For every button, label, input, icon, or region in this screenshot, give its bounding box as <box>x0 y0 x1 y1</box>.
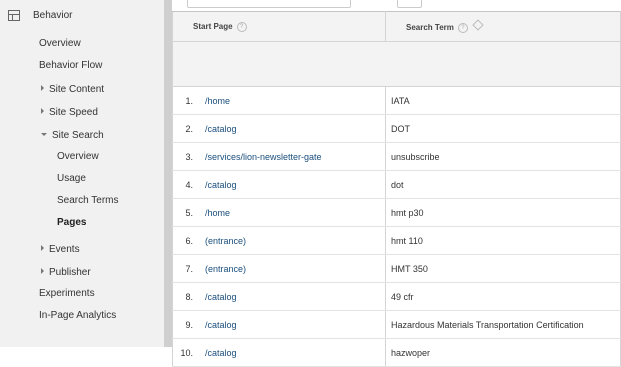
start-page-link[interactable]: /home <box>205 96 230 106</box>
start-page-link[interactable]: /catalog <box>205 320 237 330</box>
row-index: 8. <box>185 291 193 302</box>
sidebar-subitem-overview[interactable]: Overview <box>57 151 99 163</box>
sidebar: Behavior Overview Behavior Flow Site Con… <box>0 0 164 347</box>
row-index: 10. <box>180 347 193 358</box>
help-icon[interactable]: ? <box>457 22 468 33</box>
sidebar-item-events[interactable]: Events <box>41 244 80 256</box>
row-index: 3. <box>185 151 193 162</box>
search-term-cell: unsubscribe <box>385 142 621 171</box>
chevron-right-icon <box>41 245 44 251</box>
toolbar-control[interactable] <box>397 0 422 8</box>
toolbar-control[interactable] <box>187 0 351 8</box>
start-page-cell: 4. /catalog <box>172 170 386 199</box>
table-row: 10. /catalog hazwoper <box>172 338 621 367</box>
column-header-label: Search Term <box>406 22 454 32</box>
section-title: Behavior <box>33 10 73 21</box>
sidebar-item-overview[interactable]: Overview <box>39 38 81 50</box>
column-header-start-page[interactable]: Start Page? <box>172 11 386 42</box>
chevron-right-icon <box>41 268 44 274</box>
report-table: Start Page? Search Term? 1. /home IATA 2. /c… <box>172 11 621 367</box>
sidebar-item-site-search[interactable]: Site Search <box>41 130 104 142</box>
search-term-cell: DOT <box>385 114 621 143</box>
table-row: 6. (entrance) hmt 110 <box>172 226 621 255</box>
row-index: 5. <box>185 207 193 218</box>
search-term-cell: hmt p30 <box>385 198 621 227</box>
start-page-link[interactable]: /home <box>205 208 230 218</box>
sidebar-item-label: Site Speed <box>49 107 98 118</box>
sidebar-item-label: Events <box>49 244 80 255</box>
start-page-cell: 5. /home <box>172 198 386 227</box>
start-page-link[interactable]: /catalog <box>205 180 237 190</box>
row-index: 7. <box>185 263 193 274</box>
start-page-cell: 9. /catalog <box>172 310 386 339</box>
sidebar-item-behavior-flow[interactable]: Behavior Flow <box>39 60 102 72</box>
table-row: 5. /home hmt p30 <box>172 198 621 227</box>
table-row: 3. /services/lion-newsletter-gate unsubscr… <box>172 142 621 171</box>
sidebar-item-label: Publisher <box>49 267 91 278</box>
start-page-link[interactable]: (entrance) <box>205 236 246 246</box>
chevron-right-icon <box>41 108 44 114</box>
help-icon[interactable]: ? <box>236 21 247 32</box>
row-index: 9. <box>185 319 193 330</box>
start-page-cell: 8. /catalog <box>172 282 386 311</box>
table-row: 2. /catalog DOT <box>172 114 621 143</box>
summary-row <box>172 41 621 87</box>
sidebar-item-label: Site Search <box>52 130 104 141</box>
start-page-link[interactable]: /catalog <box>205 348 237 358</box>
sidebar-item-in-page-analytics[interactable]: In-Page Analytics <box>39 310 116 322</box>
row-index: 6. <box>185 235 193 246</box>
start-page-cell: 3. /services/lion-newsletter-gate <box>172 142 386 171</box>
search-term-cell: hazwoper <box>385 338 621 367</box>
search-term-cell: HMT 350 <box>385 254 621 283</box>
table-row: 1. /home IATA <box>172 86 621 115</box>
table-row: 7. (entrance) HMT 350 <box>172 254 621 283</box>
start-page-link[interactable]: /services/lion-newsletter-gate <box>205 152 322 162</box>
section-header-behavior[interactable]: Behavior <box>0 7 164 27</box>
start-page-link[interactable]: (entrance) <box>205 264 246 274</box>
sidebar-item-site-content[interactable]: Site Content <box>41 84 104 96</box>
start-page-cell: 10. /catalog <box>172 338 386 367</box>
search-term-cell: IATA <box>385 86 621 115</box>
chevron-right-icon <box>41 85 44 91</box>
sidebar-divider[interactable] <box>164 0 172 347</box>
layout-icon <box>8 10 20 21</box>
search-term-cell: dot <box>385 170 621 199</box>
start-page-link[interactable]: /catalog <box>205 292 237 302</box>
summary-cell <box>172 41 621 87</box>
start-page-cell: 2. /catalog <box>172 114 386 143</box>
toolbar-strip <box>172 0 621 11</box>
row-index: 1. <box>185 95 193 106</box>
sidebar-item-site-speed[interactable]: Site Speed <box>41 107 98 119</box>
search-term-cell: 49 cfr <box>385 282 621 311</box>
table-row: 9. /catalog Hazardous Materials Transporta… <box>172 310 621 339</box>
start-page-cell: 1. /home <box>172 86 386 115</box>
sidebar-item-label: Site Content <box>49 84 105 95</box>
sidebar-subitem-pages[interactable]: Pages <box>57 217 86 229</box>
column-header-search-term[interactable]: Search Term? <box>385 11 621 42</box>
sidebar-item-experiments[interactable]: Experiments <box>39 288 95 300</box>
start-page-link[interactable]: /catalog <box>205 124 237 134</box>
table-row: 4. /catalog dot <box>172 170 621 199</box>
sidebar-subitem-usage[interactable]: Usage <box>57 173 86 185</box>
column-header-label: Start Page <box>193 21 233 31</box>
search-term-cell: hmt 110 <box>385 226 621 255</box>
sidebar-subitem-search-terms[interactable]: Search Terms <box>57 195 119 207</box>
search-term-cell: Hazardous Materials Transportation Certi… <box>385 310 621 339</box>
chevron-down-icon <box>41 133 47 136</box>
row-index: 4. <box>185 179 193 190</box>
table-row: 8. /catalog 49 cfr <box>172 282 621 311</box>
sidebar-item-publisher[interactable]: Publisher <box>41 267 91 279</box>
sort-icon[interactable] <box>472 18 484 31</box>
start-page-cell: 6. (entrance) <box>172 226 386 255</box>
start-page-cell: 7. (entrance) <box>172 254 386 283</box>
row-index: 2. <box>185 123 193 134</box>
